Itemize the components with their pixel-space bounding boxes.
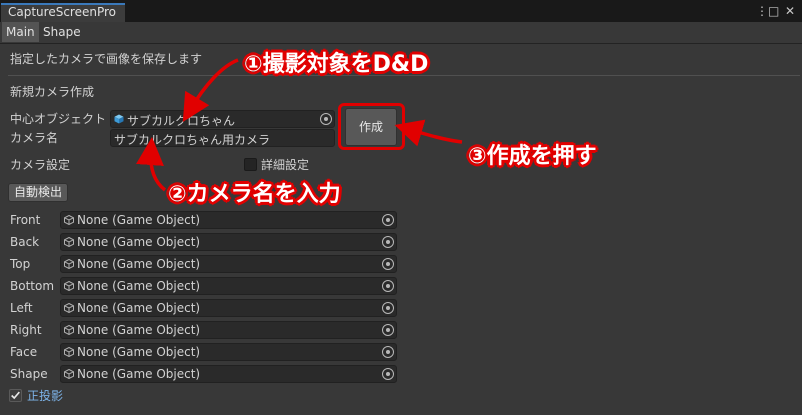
arrow-step2 <box>136 137 167 192</box>
annotation-step3: ③作成を押す <box>468 144 597 169</box>
annotation-step1: ①撮影対象をD&D <box>244 52 429 77</box>
arrow-step3 <box>394 119 463 147</box>
arrow-step1 <box>182 58 239 123</box>
annotation-step2: ②カメラ名を入力 <box>168 182 341 207</box>
